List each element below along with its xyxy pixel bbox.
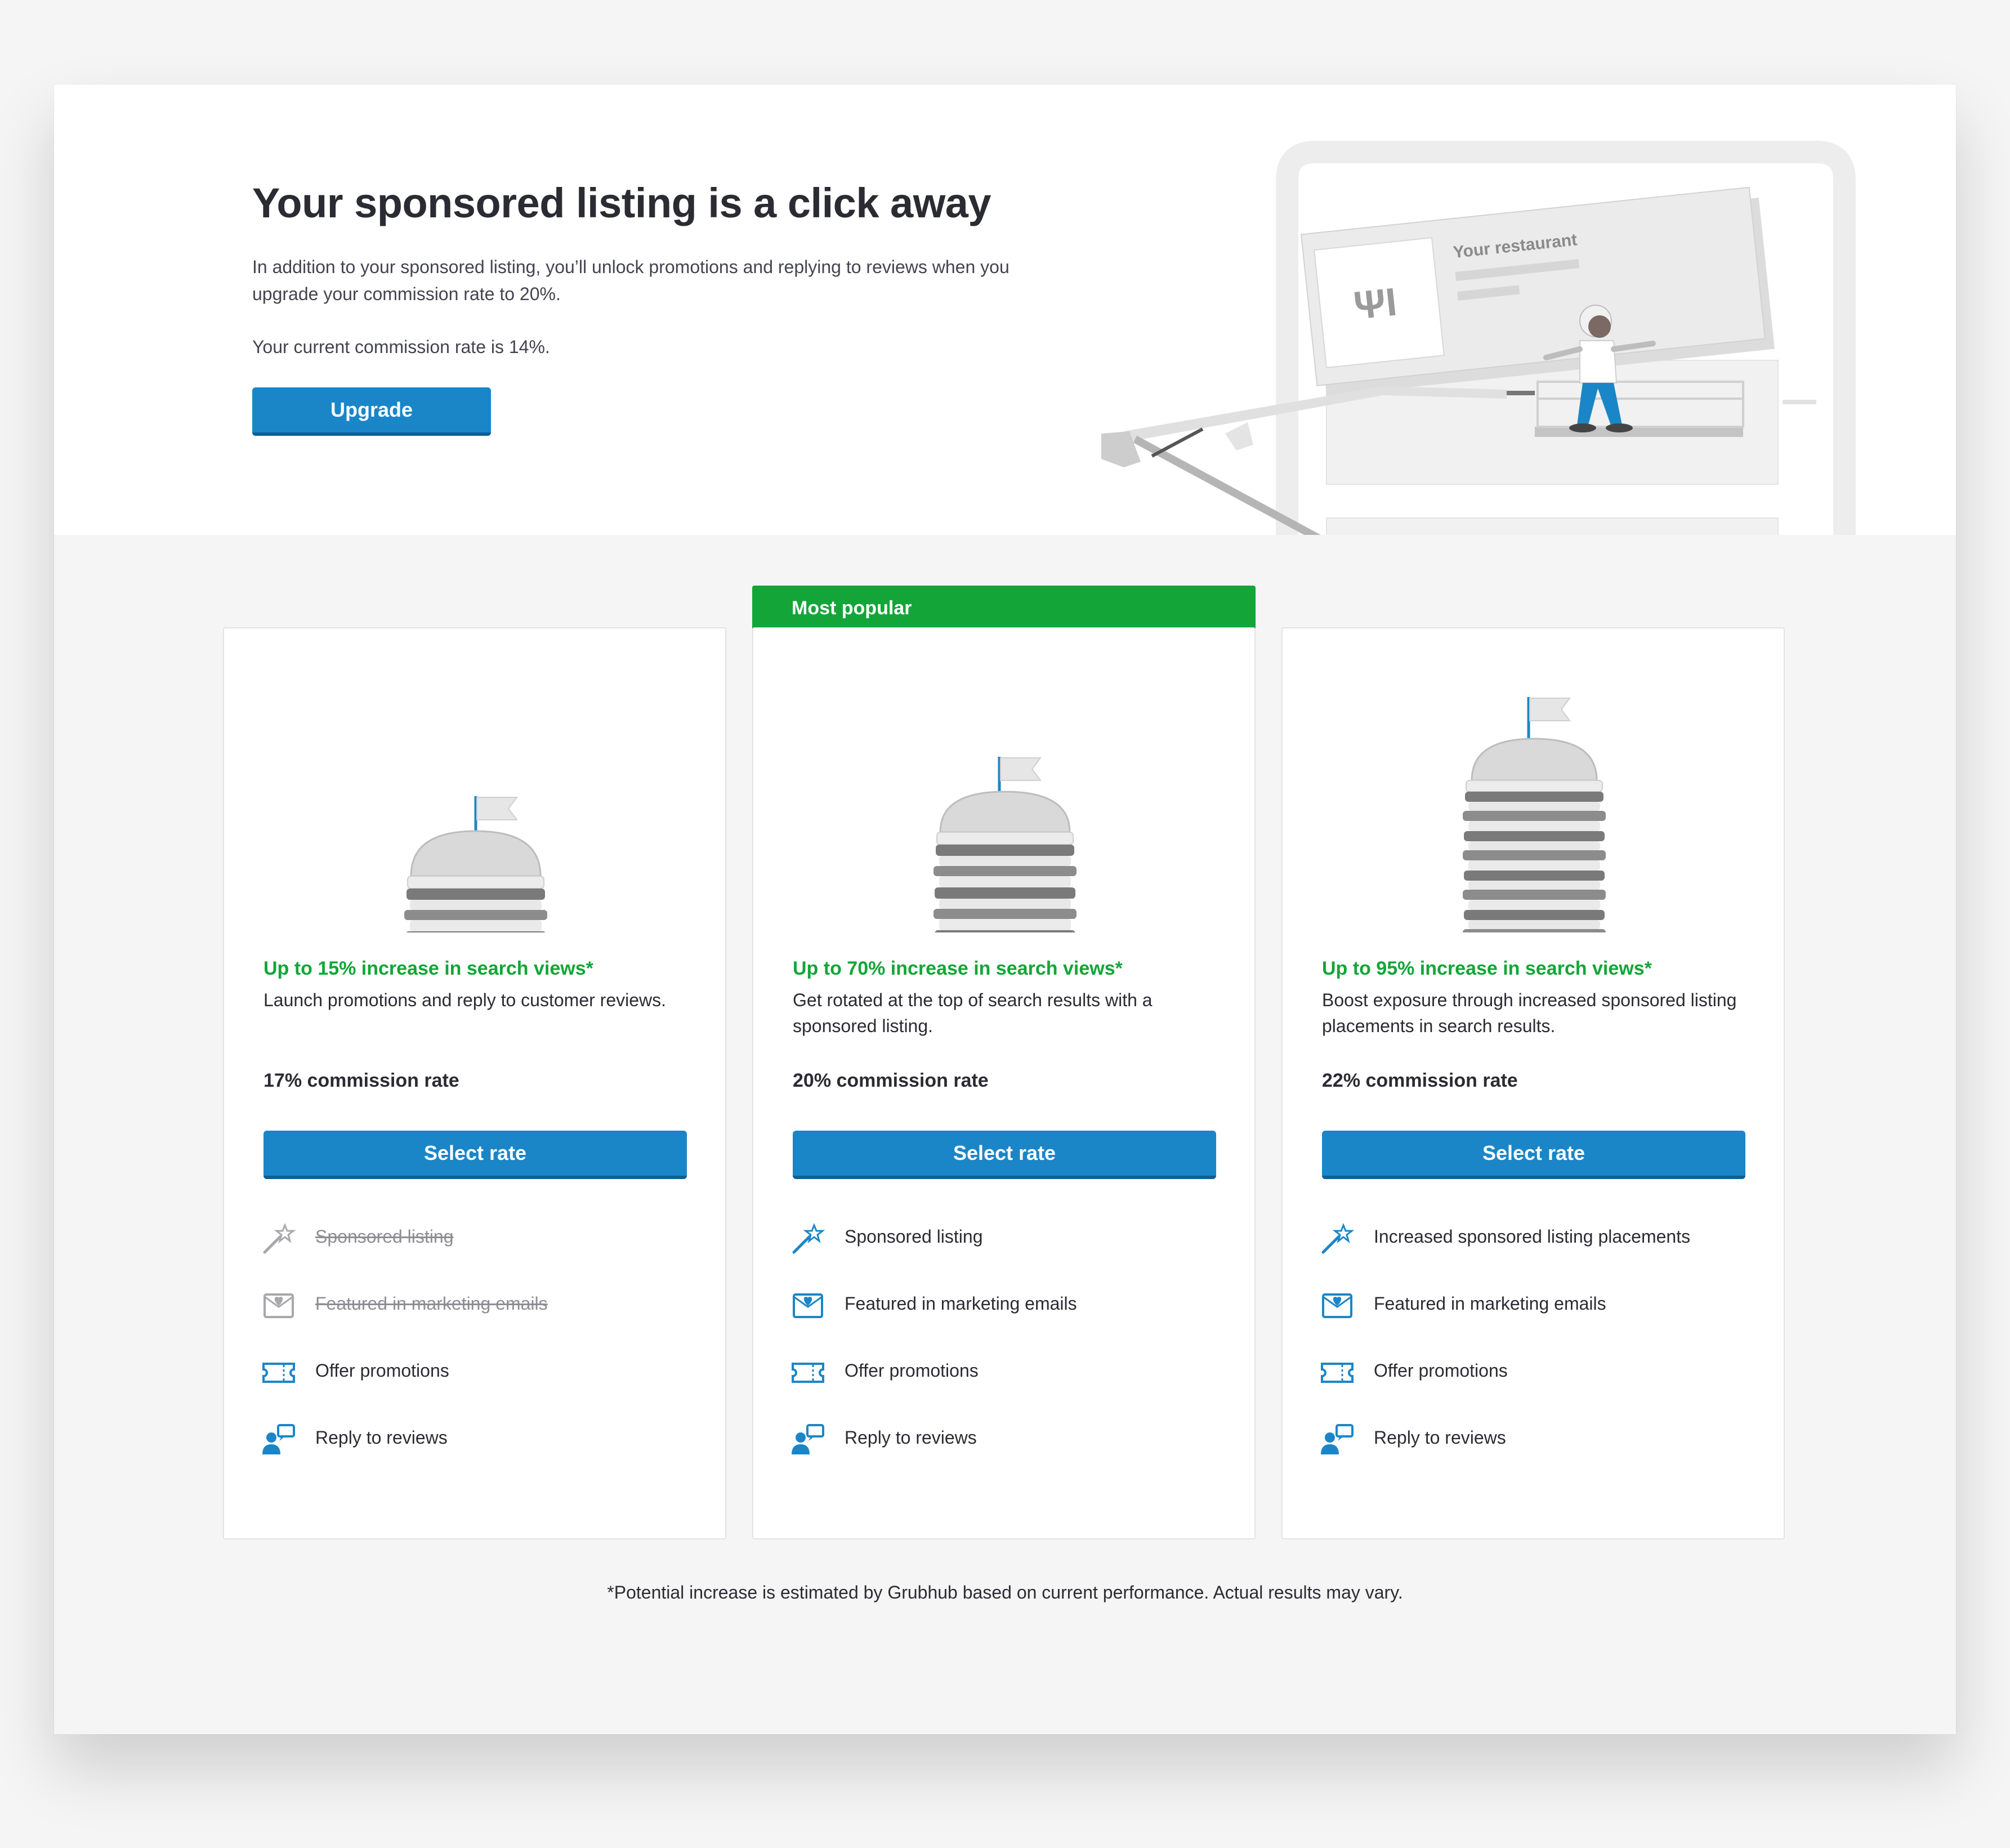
page-title: Your sponsored listing is a click away: [252, 180, 991, 226]
feature-item: Reply to reviews: [790, 1423, 1241, 1490]
plan-card-20: Up to 70% increase in search views* Get …: [752, 627, 1256, 1539]
plan-rate: 20% commission rate: [793, 1070, 989, 1091]
most-popular-badge: Most popular: [752, 586, 1256, 628]
plan-card-17: Up to 15% increase in search views* Laun…: [223, 627, 726, 1539]
plan-description: Launch promotions and reply to customer …: [263, 990, 667, 1010]
plan-rate: 22% commission rate: [1322, 1070, 1518, 1091]
feature-label: Sponsored listing: [315, 1226, 454, 1247]
plan-headline: Up to 70% increase in search views*: [793, 958, 1123, 979]
feature-item: Increased sponsored listing placements: [1320, 1222, 1770, 1289]
select-rate-button[interactable]: Select rate: [793, 1131, 1216, 1179]
feature-item: Featured in marketing emails: [790, 1289, 1241, 1356]
feature-label: Featured in marketing emails: [315, 1293, 548, 1314]
footnote: *Potential increase is estimated by Grub…: [607, 1582, 1403, 1603]
current-rate-text: Your current commission rate is 14%.: [252, 337, 550, 357]
reply-chat-icon: [1321, 1424, 1354, 1454]
ticket-icon: [1321, 1363, 1354, 1383]
reply-chat-icon: [262, 1424, 295, 1454]
feature-item: Sponsored listing: [261, 1222, 712, 1289]
feature-label: Offer promotions: [1374, 1360, 1508, 1381]
feature-item: Sponsored listing: [790, 1222, 1241, 1289]
feature-label: Sponsored listing: [845, 1226, 983, 1247]
feature-label: Reply to reviews: [845, 1427, 977, 1448]
feature-list: Sponsored listing Featured in marketing …: [261, 1222, 712, 1490]
select-rate-button[interactable]: Select rate: [263, 1131, 687, 1179]
upgrade-button[interactable]: Upgrade: [252, 387, 491, 436]
feature-label: Reply to reviews: [315, 1427, 448, 1448]
plan-rate: 17% commission rate: [263, 1070, 459, 1091]
hero-illustration: ΨI Your restaurant: [1101, 141, 1856, 535]
feature-item: Featured in marketing emails: [261, 1289, 712, 1356]
feature-label: Offer promotions: [845, 1360, 979, 1381]
feature-item: Offer promotions: [261, 1356, 712, 1423]
plan-headline: Up to 15% increase in search views*: [263, 958, 593, 979]
email-heart-icon: [1322, 1293, 1352, 1318]
feature-item: Offer promotions: [790, 1356, 1241, 1423]
magic-wand-icon: [263, 1222, 296, 1254]
reply-chat-icon: [792, 1424, 824, 1454]
feature-label: Featured in marketing emails: [1374, 1293, 1606, 1314]
feature-label: Reply to reviews: [1374, 1427, 1506, 1448]
feature-item: Reply to reviews: [261, 1423, 712, 1490]
feature-item: Reply to reviews: [1320, 1423, 1770, 1490]
burger-large-illustration: [1463, 697, 1606, 932]
ticket-icon: [262, 1363, 295, 1383]
hero-section: Your sponsored listing is a click away I…: [54, 84, 1956, 535]
burger-medium-illustration: [933, 757, 1077, 932]
feature-label: Increased sponsored listing placements: [1374, 1226, 1691, 1247]
feature-item: Featured in marketing emails: [1320, 1289, 1770, 1356]
plan-headline: Up to 95% increase in search views*: [1322, 958, 1652, 979]
burger-small-illustration: [404, 796, 547, 932]
plan-card-22: Up to 95% increase in search views* Boos…: [1281, 627, 1785, 1539]
magic-wand-icon: [1321, 1222, 1355, 1254]
feature-list: Increased sponsored listing placements F…: [1320, 1222, 1770, 1490]
feature-list: Sponsored listing Featured in marketing …: [790, 1222, 1241, 1490]
email-heart-icon: [793, 1293, 823, 1318]
feature-label: Offer promotions: [315, 1360, 449, 1381]
upgrade-page: Your sponsored listing is a click away I…: [54, 84, 1956, 1734]
fork-knife-icon: ΨI: [1352, 280, 1399, 328]
plan-description: Get rotated at the top of search results…: [793, 990, 1153, 1036]
feature-item: Offer promotions: [1320, 1356, 1770, 1423]
select-rate-button[interactable]: Select rate: [1322, 1131, 1745, 1179]
ticket-icon: [792, 1363, 824, 1383]
hero-description: In addition to your sponsored listing, y…: [252, 257, 1010, 304]
magic-wand-icon: [792, 1222, 825, 1254]
email-heart-icon: [263, 1293, 294, 1318]
plan-description: Boost exposure through increased sponsor…: [1322, 990, 1737, 1036]
feature-label: Featured in marketing emails: [845, 1293, 1077, 1314]
